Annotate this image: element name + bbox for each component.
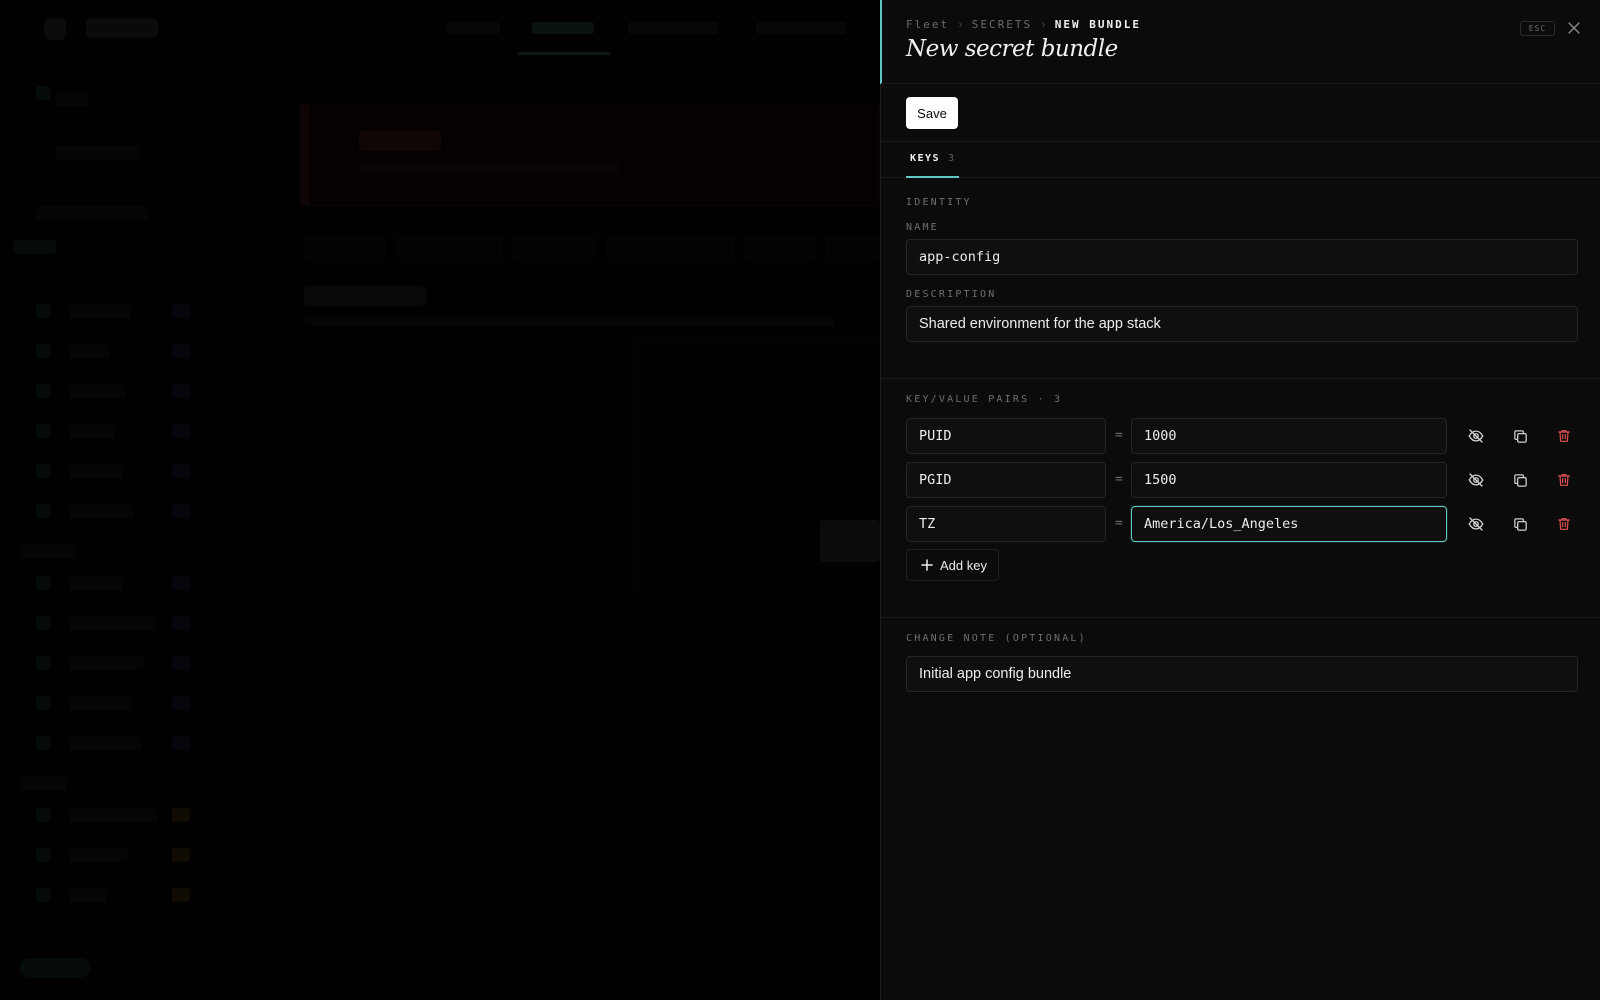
copy-icon — [1513, 429, 1527, 443]
copy-button[interactable] — [1509, 513, 1531, 535]
delete-key-button[interactable] — [1553, 425, 1575, 447]
breadcrumb-current: NEW BUNDLE — [1054, 18, 1141, 31]
drawer-header: Fleet › SECRETS › NEW BUNDLE New secret … — [881, 0, 1600, 84]
delete-key-button[interactable] — [1553, 513, 1575, 535]
tab-keys[interactable]: KEYS 3 — [906, 142, 959, 178]
section-divider — [881, 378, 1600, 379]
key-input[interactable] — [906, 506, 1106, 542]
save-button[interactable]: Save — [906, 97, 958, 129]
description-field-label: DESCRIPTION — [906, 289, 997, 300]
description-input[interactable] — [906, 306, 1578, 342]
tab-keys-count: 3 — [948, 153, 955, 164]
value-input[interactable] — [1131, 418, 1447, 454]
key-input[interactable] — [906, 462, 1106, 498]
new-bundle-drawer: Fleet › SECRETS › NEW BUNDLE New secret … — [880, 0, 1600, 1000]
trash-icon — [1558, 430, 1570, 442]
drawer-title: New secret bundle — [906, 36, 1118, 62]
drawer-tabs: KEYS 3 — [881, 142, 1600, 178]
equals-sign: = — [1115, 516, 1123, 531]
toggle-visibility-button[interactable] — [1465, 513, 1487, 535]
identity-section-label: IDENTITY — [906, 197, 972, 208]
copy-icon — [1513, 517, 1527, 531]
value-input[interactable] — [1131, 506, 1447, 542]
drawer-toolbar: Save — [881, 84, 1600, 142]
add-key-label: Add key — [940, 557, 987, 573]
key-value-section-label: KEY/VALUE PAIRS · 3 — [906, 394, 1063, 405]
key-value-row: = — [906, 418, 1578, 454]
key-input[interactable] — [906, 418, 1106, 454]
breadcrumb-fleet[interactable]: Fleet — [906, 18, 949, 31]
breadcrumb: Fleet › SECRETS › NEW BUNDLE — [906, 18, 1141, 31]
esc-shortcut-badge: ESC — [1520, 21, 1555, 36]
modal-scrim[interactable] — [0, 0, 880, 1000]
section-divider — [881, 617, 1600, 618]
eye-off-icon — [1468, 517, 1484, 531]
name-field-label: NAME — [906, 222, 939, 233]
change-note-label: CHANGE NOTE (OPTIONAL) — [906, 633, 1087, 644]
tab-keys-label: KEYS — [910, 153, 941, 164]
toggle-visibility-button[interactable] — [1465, 425, 1487, 447]
close-button[interactable] — [1563, 17, 1585, 39]
copy-button[interactable] — [1509, 469, 1531, 491]
toggle-visibility-button[interactable] — [1465, 469, 1487, 491]
breadcrumb-separator-icon: › — [1040, 18, 1047, 31]
equals-sign: = — [1115, 428, 1123, 443]
close-icon — [1568, 22, 1580, 34]
plus-icon — [920, 558, 934, 572]
background-app — [0, 0, 880, 1000]
key-value-row: = — [906, 506, 1578, 542]
eye-off-icon — [1468, 473, 1484, 487]
change-note-input[interactable] — [906, 656, 1578, 692]
copy-button[interactable] — [1509, 425, 1531, 447]
key-value-row: = — [906, 462, 1578, 498]
delete-key-button[interactable] — [1553, 469, 1575, 491]
name-input[interactable] — [906, 239, 1578, 275]
eye-off-icon — [1468, 429, 1484, 443]
copy-icon — [1513, 473, 1527, 487]
value-input[interactable] — [1131, 462, 1447, 498]
equals-sign: = — [1115, 472, 1123, 487]
trash-icon — [1558, 518, 1570, 530]
breadcrumb-secrets[interactable]: SECRETS — [972, 18, 1032, 31]
trash-icon — [1558, 474, 1570, 486]
add-key-button[interactable]: Add key — [906, 549, 999, 581]
breadcrumb-separator-icon: › — [957, 18, 964, 31]
